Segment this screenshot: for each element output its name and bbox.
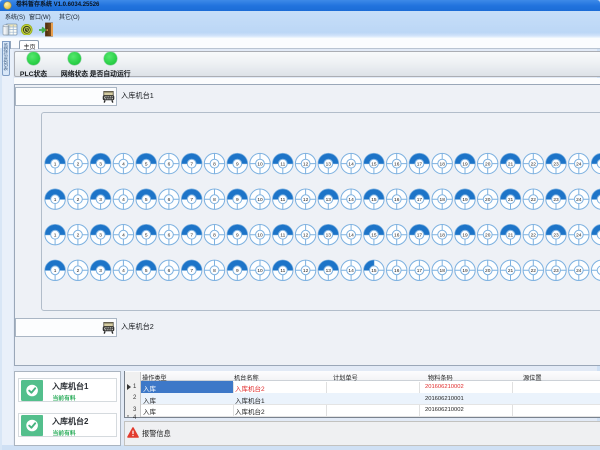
svg-text:8: 8 (213, 161, 216, 167)
svg-text:17: 17 (417, 268, 423, 274)
svg-text:13: 13 (326, 268, 332, 274)
svg-text:9: 9 (236, 197, 239, 203)
svg-text:9: 9 (236, 268, 239, 274)
svg-text:7: 7 (190, 268, 193, 274)
svg-text:10: 10 (257, 232, 263, 238)
svg-text:8: 8 (213, 268, 216, 274)
svg-text:10: 10 (257, 268, 263, 274)
svg-text:23: 23 (553, 232, 559, 238)
svg-text:2: 2 (77, 232, 80, 238)
svg-text:8: 8 (213, 197, 216, 203)
svg-text:23: 23 (553, 268, 559, 274)
svg-text:13: 13 (326, 232, 332, 238)
svg-text:12: 12 (303, 268, 309, 274)
svg-text:2: 2 (77, 197, 80, 203)
svg-text:6: 6 (168, 161, 171, 167)
svg-text:21: 21 (508, 268, 514, 274)
svg-text:6: 6 (168, 268, 171, 274)
svg-text:7: 7 (190, 232, 193, 238)
svg-text:5: 5 (145, 268, 148, 274)
svg-text:14: 14 (348, 268, 354, 274)
svg-text:17: 17 (417, 197, 423, 203)
svg-text:1: 1 (54, 268, 57, 274)
svg-text:3: 3 (99, 232, 102, 238)
svg-text:15: 15 (371, 161, 377, 167)
svg-text:11: 11 (280, 161, 285, 167)
svg-text:10: 10 (257, 161, 263, 167)
svg-text:24: 24 (576, 268, 582, 274)
svg-text:1: 1 (54, 232, 57, 238)
svg-text:24: 24 (576, 161, 582, 167)
svg-text:17: 17 (417, 232, 423, 238)
svg-text:24: 24 (576, 232, 582, 238)
svg-text:22: 22 (531, 232, 537, 238)
svg-text:16: 16 (394, 232, 400, 238)
svg-text:20: 20 (485, 197, 491, 203)
svg-text:2: 2 (77, 161, 80, 167)
svg-text:21: 21 (508, 232, 514, 238)
svg-text:8: 8 (213, 232, 216, 238)
svg-text:19: 19 (462, 197, 468, 203)
svg-text:7: 7 (190, 197, 193, 203)
svg-text:24: 24 (576, 197, 582, 203)
svg-text:22: 22 (531, 268, 537, 274)
svg-text:20: 20 (485, 161, 491, 167)
svg-text:5: 5 (145, 197, 148, 203)
svg-text:15: 15 (371, 268, 377, 274)
svg-text:18: 18 (440, 161, 446, 167)
svg-text:23: 23 (553, 161, 559, 167)
svg-text:9: 9 (236, 232, 239, 238)
svg-text:6: 6 (168, 232, 171, 238)
svg-text:18: 18 (440, 232, 446, 238)
svg-text:15: 15 (371, 197, 377, 203)
svg-text:10: 10 (257, 197, 263, 203)
svg-text:9: 9 (236, 161, 239, 167)
svg-text:5: 5 (145, 232, 148, 238)
svg-text:16: 16 (394, 268, 400, 274)
svg-text:1: 1 (54, 161, 57, 167)
svg-text:13: 13 (326, 161, 332, 167)
svg-text:22: 22 (531, 161, 537, 167)
svg-text:3: 3 (99, 197, 102, 203)
svg-text:22: 22 (531, 197, 537, 203)
svg-text:13: 13 (326, 197, 332, 203)
svg-text:1: 1 (54, 197, 57, 203)
svg-text:19: 19 (462, 161, 468, 167)
svg-text:7: 7 (190, 161, 193, 167)
svg-text:12: 12 (303, 197, 309, 203)
svg-text:3: 3 (99, 268, 102, 274)
svg-text:12: 12 (303, 232, 309, 238)
svg-text:19: 19 (462, 232, 468, 238)
svg-text:4: 4 (122, 161, 125, 167)
svg-text:20: 20 (485, 268, 491, 274)
svg-text:14: 14 (348, 232, 354, 238)
svg-text:23: 23 (553, 197, 559, 203)
svg-text:17: 17 (417, 161, 423, 167)
svg-text:11: 11 (280, 232, 285, 238)
svg-text:19: 19 (462, 268, 468, 274)
svg-text:5: 5 (145, 161, 148, 167)
svg-text:4: 4 (122, 232, 125, 238)
svg-text:16: 16 (394, 161, 400, 167)
svg-text:16: 16 (394, 197, 400, 203)
svg-text:14: 14 (348, 197, 354, 203)
svg-text:20: 20 (485, 232, 491, 238)
svg-text:4: 4 (122, 197, 125, 203)
svg-text:21: 21 (508, 161, 514, 167)
svg-text:11: 11 (280, 268, 285, 274)
svg-text:21: 21 (508, 197, 514, 203)
svg-text:18: 18 (440, 197, 446, 203)
svg-text:3: 3 (99, 161, 102, 167)
svg-text:6: 6 (168, 197, 171, 203)
svg-text:15: 15 (371, 232, 377, 238)
svg-text:2: 2 (77, 268, 80, 274)
svg-text:14: 14 (348, 161, 354, 167)
svg-text:12: 12 (303, 161, 309, 167)
svg-text:4: 4 (122, 268, 125, 274)
svg-text:11: 11 (280, 197, 285, 203)
svg-text:18: 18 (440, 268, 446, 274)
